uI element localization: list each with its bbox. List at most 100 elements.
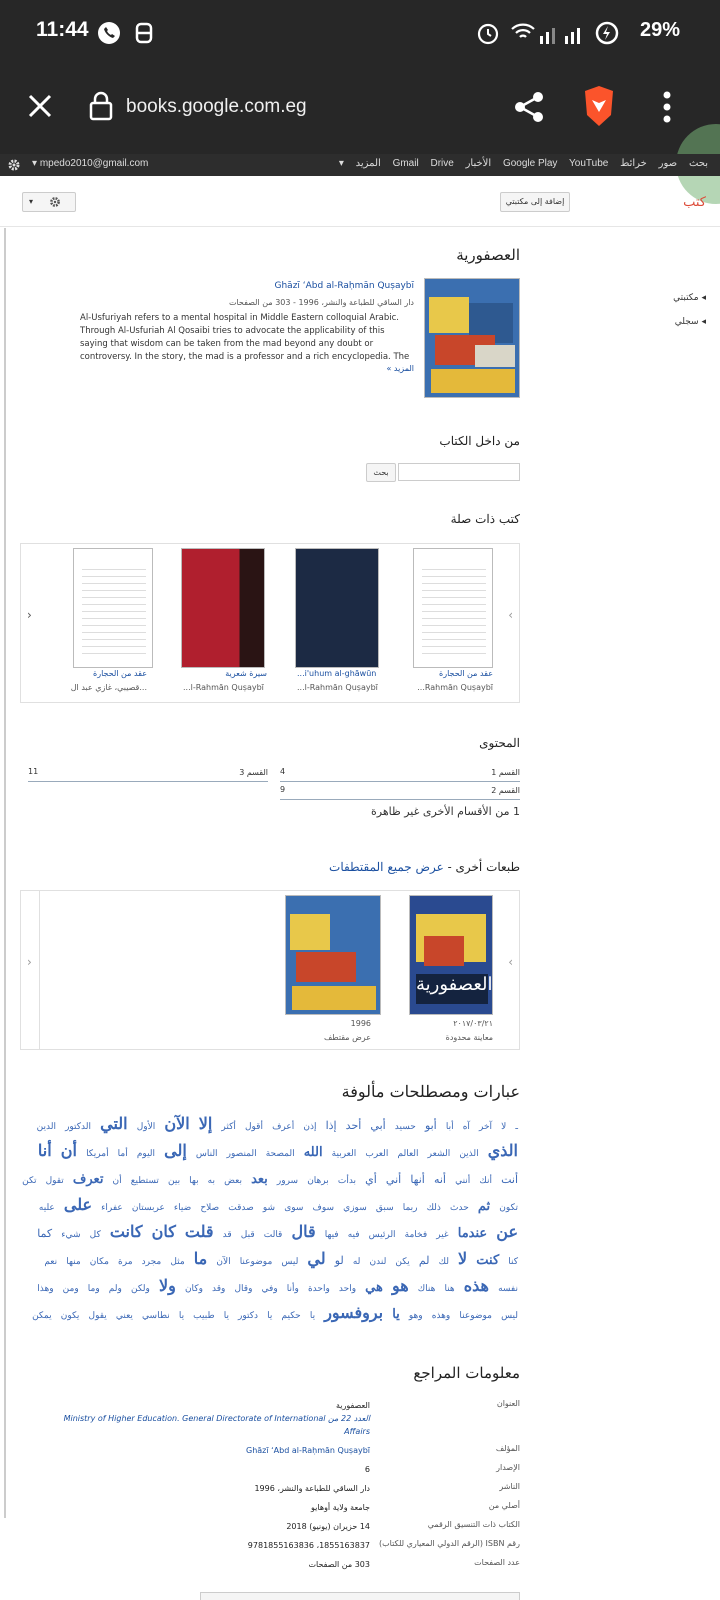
phrase-link[interactable]: يا [392, 1307, 400, 1322]
phrase-link[interactable]: أعرف [272, 1122, 294, 1132]
phrase-link[interactable]: وهذا [37, 1284, 53, 1294]
phrase-link[interactable]: أنا [38, 1141, 52, 1160]
phrase-link[interactable]: هذه [464, 1276, 489, 1295]
phrase-link[interactable]: لي [307, 1249, 325, 1268]
phrase-link[interactable]: كما [37, 1227, 52, 1240]
phrase-link[interactable]: الأول [137, 1122, 156, 1132]
phrase-link[interactable]: طبيب [193, 1311, 214, 1321]
phrase-link[interactable]: شيء [61, 1230, 80, 1240]
phrase-link[interactable]: أنت [501, 1173, 518, 1186]
phrase-link[interactable]: فخامة [405, 1230, 428, 1240]
phrase-link[interactable]: أي [365, 1173, 377, 1186]
phrase-link[interactable]: يا [224, 1311, 229, 1321]
phrase-link[interactable]: يقول [89, 1311, 107, 1321]
nav-youtube[interactable]: YouTube [569, 158, 608, 169]
phrase-link[interactable]: موضوعنا [240, 1257, 273, 1267]
chevron-right-icon[interactable]: › [27, 955, 32, 969]
phrase-link[interactable]: إذا [326, 1119, 337, 1132]
phrase-link[interactable]: سوزي [343, 1203, 367, 1213]
phrase-link[interactable]: بها [189, 1176, 198, 1186]
phrase-link[interactable]: وأنا [287, 1284, 299, 1294]
phrase-link[interactable]: الذين [459, 1149, 478, 1159]
toc-row-3[interactable]: القسم 3 11 [28, 766, 268, 782]
inside-search-input[interactable] [398, 463, 520, 481]
gear-icon[interactable] [7, 158, 21, 172]
phrase-link[interactable]: واحد [339, 1284, 356, 1294]
phrase-link[interactable]: غير [436, 1230, 448, 1240]
phrase-link[interactable]: وقال [234, 1284, 252, 1294]
phrase-link[interactable]: ليس [501, 1311, 518, 1321]
phrase-link[interactable]: هي [365, 1280, 383, 1295]
reference-value-line[interactable]: Ghāzī ʻAbd al-Raḥmān Quṣaybī [50, 1444, 370, 1457]
phrase-link[interactable]: صلاح [200, 1203, 219, 1213]
phrase-link[interactable]: إذن [303, 1122, 316, 1132]
phrase-link[interactable]: هنا [444, 1284, 454, 1294]
phrase-link[interactable]: أنك [479, 1176, 492, 1186]
phrase-link[interactable]: قد [223, 1230, 232, 1240]
nav-play[interactable]: Google Play [503, 158, 557, 169]
more-link[interactable]: المزيد » [386, 364, 414, 373]
phrase-link[interactable]: يا [179, 1311, 184, 1321]
related-title-4[interactable]: عقد من الحجارة [93, 669, 147, 678]
phrase-link[interactable]: منها [66, 1257, 80, 1267]
phrase-link[interactable]: الشعر [428, 1149, 451, 1159]
phrase-link[interactable]: حدث [450, 1203, 469, 1213]
phrase-link[interactable]: بروفسور [324, 1303, 383, 1322]
phrase-link[interactable]: نطاسي [142, 1311, 170, 1321]
phrase-link[interactable]: لندن [370, 1257, 387, 1267]
nav-drive[interactable]: Drive [430, 158, 453, 169]
phrase-link[interactable]: بعد [251, 1172, 268, 1187]
phrase-link[interactable]: عربستان [132, 1203, 165, 1213]
related-title-3[interactable]: سيرة شعرية [225, 669, 267, 678]
phrase-link[interactable]: الآن [164, 1114, 189, 1133]
phrase-link[interactable]: كنا [508, 1257, 518, 1267]
phrase-link[interactable]: شو [263, 1203, 275, 1213]
phrase-link[interactable]: سوى [284, 1203, 303, 1213]
chevron-left-icon[interactable]: ‹ [508, 955, 513, 969]
phrase-link[interactable]: ولم [109, 1284, 122, 1294]
phrase-link[interactable]: قلت [185, 1222, 214, 1241]
nav-images[interactable]: صور [659, 158, 678, 169]
phrase-link[interactable]: تكن [22, 1176, 36, 1186]
phrase-link[interactable]: لم [419, 1254, 430, 1267]
phrase-link[interactable]: إلا [199, 1114, 213, 1133]
phrase-link[interactable]: فيها [325, 1230, 339, 1240]
phrase-link[interactable]: سبق [376, 1203, 394, 1213]
phrase-link[interactable]: كل [90, 1230, 101, 1240]
phrase-link[interactable]: اليوم [137, 1149, 155, 1159]
phrase-link[interactable]: ليس [281, 1257, 298, 1267]
phrase-link[interactable]: بين [168, 1176, 180, 1186]
phrase-link[interactable]: ومن [63, 1284, 79, 1294]
edition-cover-2[interactable] [285, 895, 381, 1015]
phrase-link[interactable]: برهان [307, 1176, 329, 1186]
phrase-link[interactable]: هو [392, 1276, 409, 1295]
toc-row-1[interactable]: القسم 1 4 [280, 766, 520, 782]
phrase-link[interactable]: أنها [410, 1173, 425, 1186]
brave-shield-icon[interactable] [580, 84, 618, 128]
phrase-link[interactable]: به [208, 1176, 215, 1186]
nav-search[interactable]: بحث [689, 158, 708, 169]
phrase-link[interactable]: ما [194, 1249, 207, 1268]
book-author-link[interactable]: Ghāzī ʻAbd al-Raḥmān Quṣaybī [275, 281, 415, 291]
phrase-link[interactable]: على [64, 1195, 92, 1214]
phrase-link[interactable]: آه [463, 1122, 470, 1132]
related-cover-4[interactable] [73, 548, 153, 668]
books-logo[interactable]: كتب [683, 195, 706, 210]
sidebar-item-my-library[interactable]: ◂ مكتبتي [673, 293, 706, 303]
phrase-link[interactable]: أقول [245, 1122, 263, 1132]
phrase-link[interactable]: آخر [479, 1122, 492, 1132]
related-cover-2[interactable] [295, 548, 379, 668]
phrase-link[interactable]: ولكن [131, 1284, 150, 1294]
phrase-link[interactable]: قبل [241, 1230, 255, 1240]
phrase-link[interactable]: مجرد [142, 1257, 162, 1267]
phrase-link[interactable]: المنصور [227, 1149, 257, 1159]
phrase-link[interactable]: أني [386, 1173, 401, 1186]
phrase-link[interactable]: عندما [458, 1226, 487, 1241]
phrase-link[interactable]: تقول [46, 1176, 64, 1186]
phrase-link[interactable]: يكون [61, 1311, 80, 1321]
phrase-link[interactable]: الدكتور [65, 1122, 91, 1132]
nav-news[interactable]: الأخبار [466, 158, 492, 169]
reference-value-line[interactable]: العدد 22 من Ministry of Higher Education… [50, 1412, 370, 1438]
phrase-link[interactable]: ـ [515, 1122, 518, 1132]
phrase-link[interactable]: موضوعنا [459, 1311, 492, 1321]
